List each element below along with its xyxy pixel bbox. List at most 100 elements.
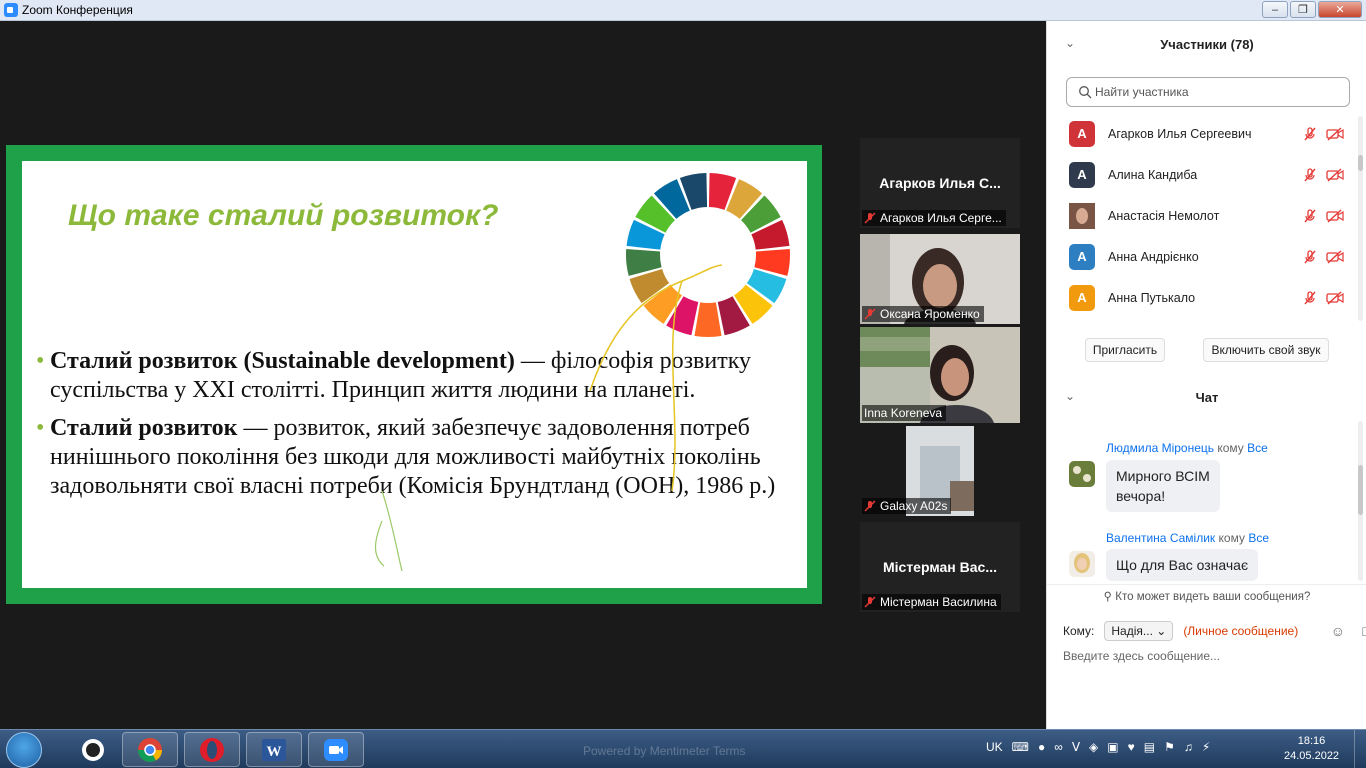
video-label: Містерман Василина bbox=[862, 594, 1001, 610]
unmute-self-button[interactable]: Включить свой звук bbox=[1203, 338, 1329, 362]
close-button[interactable]: ✕ bbox=[1318, 1, 1362, 18]
emoji-icon[interactable]: ☺ bbox=[1331, 623, 1345, 639]
clock-time: 18:16 bbox=[1297, 735, 1326, 747]
chat-title: Чат bbox=[1195, 389, 1219, 405]
chevron-down-icon: ⌄ bbox=[1156, 624, 1167, 638]
message-to-keyword: кому bbox=[1218, 531, 1245, 545]
video-tile[interactable]: Містерман Вас... Містерман Василина bbox=[860, 522, 1020, 612]
chrome-icon[interactable] bbox=[122, 732, 178, 767]
tile-name: Galaxy A02s bbox=[880, 499, 948, 513]
flag-icon[interactable]: ⚑ bbox=[1164, 740, 1175, 754]
tray-app-icon[interactable]: ♥ bbox=[1128, 740, 1135, 754]
chat-header: ⌄ Чат bbox=[1047, 377, 1366, 417]
start-button[interactable] bbox=[6, 732, 42, 768]
bluetooth-icon[interactable]: ᐯ bbox=[1072, 740, 1080, 754]
clock[interactable]: 18:16 24.05.2022 bbox=[1284, 734, 1339, 764]
participant-name: Анна Путькало bbox=[1108, 290, 1196, 305]
faded-background-text: Powered by Mentimeter Terms bbox=[583, 744, 746, 758]
bullet-dot-icon: • bbox=[36, 348, 45, 374]
tile-name: Inna Koreneva bbox=[864, 406, 943, 420]
bullet-item: • Сталий розвиток — розвиток, який забез… bbox=[36, 414, 796, 501]
svg-text:W: W bbox=[267, 744, 282, 760]
participant-list: A Агарков Илья Сергеевич A Алина Кандиба Ана… bbox=[1047, 113, 1366, 321]
mic-muted-icon bbox=[864, 500, 876, 512]
participant-status-icons bbox=[1302, 290, 1344, 306]
message-bubble: Що для Вас означає bbox=[1106, 549, 1259, 581]
language-indicator[interactable]: UK bbox=[986, 740, 1003, 754]
mic-muted-icon bbox=[1304, 167, 1316, 181]
participants-title: Участники (78) bbox=[1160, 36, 1254, 52]
slide-bullets: • Сталий розвиток (Sustainable developme… bbox=[36, 347, 796, 510]
power-icon[interactable]: ⚡ bbox=[1202, 740, 1210, 754]
avatar bbox=[1069, 551, 1095, 577]
shared-screen-area: Що таке сталий розвиток? • Сталий розвит… bbox=[0, 21, 1046, 729]
sdg-wheel-logo bbox=[626, 173, 790, 337]
mic-muted-icon bbox=[1304, 290, 1316, 304]
participant-name: Агарков Илья С... bbox=[879, 175, 1001, 191]
avatar: A bbox=[1069, 120, 1095, 147]
tray-app-icon[interactable]: ▣ bbox=[1107, 740, 1118, 754]
keyboard-icon[interactable]: ⌨ bbox=[1012, 740, 1029, 754]
collapse-chevron-icon[interactable]: ⌄ bbox=[1065, 389, 1075, 403]
taskbar-app-icon[interactable] bbox=[76, 732, 110, 767]
participant-row[interactable]: A Анна Путькало bbox=[1047, 277, 1366, 318]
chat-input[interactable]: Введите здесь сообщение... bbox=[1063, 649, 1220, 663]
network-icon[interactable]: ▤ bbox=[1144, 740, 1155, 754]
video-tile[interactable]: Оксана Яроменко bbox=[860, 234, 1020, 324]
collapse-chevron-icon[interactable]: ⌄ bbox=[1065, 36, 1075, 50]
mic-muted-icon bbox=[1304, 249, 1316, 263]
tile-name: Містерман Василина bbox=[880, 595, 997, 609]
file-icon[interactable]: □ bbox=[1363, 623, 1366, 639]
tile-name: Агарков Илья Серге... bbox=[880, 211, 1002, 225]
recipient-dropdown[interactable]: Надія... ⌄ bbox=[1104, 621, 1174, 641]
maximize-button[interactable]: ❐ bbox=[1290, 1, 1316, 18]
participant-scrollbar-thumb[interactable] bbox=[1358, 155, 1363, 171]
video-tile[interactable]: Galaxy A02s bbox=[860, 426, 1020, 516]
participant-status-icons bbox=[1302, 126, 1344, 142]
video-label: Агарков Илья Серге... bbox=[862, 210, 1006, 226]
antivirus-icon[interactable]: ◈ bbox=[1089, 740, 1098, 754]
zoom-tray-icon[interactable]: ● bbox=[1038, 740, 1045, 754]
volume-icon[interactable]: ♫ bbox=[1184, 740, 1193, 754]
avatar bbox=[1069, 461, 1095, 487]
person-lock-icon: ⚲ bbox=[1103, 591, 1113, 603]
video-label: Inna Koreneva bbox=[862, 405, 947, 421]
message-recipient: Все bbox=[1247, 441, 1268, 455]
video-label: Galaxy A02s bbox=[862, 498, 952, 514]
avatar: A bbox=[1069, 161, 1095, 188]
windows-taskbar: W Powered by Mentimeter Terms UK ⌨ ● ∞ ᐯ… bbox=[0, 729, 1366, 768]
video-off-icon bbox=[1326, 249, 1344, 264]
avatar bbox=[1069, 202, 1095, 229]
word-icon[interactable]: W bbox=[246, 732, 302, 767]
participant-row[interactable]: A Агарков Илья Сергеевич bbox=[1047, 113, 1366, 154]
mic-muted-icon bbox=[864, 308, 876, 320]
show-desktop-button[interactable] bbox=[1354, 730, 1366, 768]
mic-muted-icon bbox=[864, 596, 876, 608]
chat-visibility-text: Кто может видеть ваши сообщения? bbox=[1115, 591, 1311, 603]
recipient-value: Надія... bbox=[1111, 624, 1153, 638]
participant-row[interactable]: A Анна Андрієнко bbox=[1047, 236, 1366, 277]
video-tile-active-speaker[interactable]: Inna Koreneva bbox=[860, 327, 1020, 423]
message-line: Мирного ВСІМ bbox=[1116, 468, 1210, 484]
chat-visibility-link[interactable]: ⚲ Кто может видеть ваши сообщения? bbox=[1047, 584, 1366, 603]
message-sender[interactable]: Людмила Міронець bbox=[1106, 441, 1214, 455]
bullet-term: Сталий розвиток bbox=[50, 415, 238, 441]
participant-name: Анна Андрієнко bbox=[1108, 249, 1199, 264]
zoom-app-icon bbox=[4, 3, 18, 17]
search-placeholder: Найти участника bbox=[1095, 85, 1189, 99]
clock-date: 24.05.2022 bbox=[1284, 750, 1340, 762]
message-sender[interactable]: Валентина Самілик bbox=[1106, 531, 1215, 545]
invite-button[interactable]: Пригласить bbox=[1085, 338, 1165, 362]
participant-row[interactable]: Анастасія Немолот bbox=[1047, 195, 1366, 236]
opera-icon[interactable] bbox=[184, 732, 240, 767]
to-label: Кому: bbox=[1063, 624, 1095, 638]
link-icon[interactable]: ∞ bbox=[1054, 740, 1063, 754]
search-icon bbox=[1079, 86, 1092, 99]
chat-scrollbar-thumb[interactable] bbox=[1358, 465, 1363, 515]
participant-search-input[interactable]: Найти участника bbox=[1066, 77, 1350, 107]
zoom-taskbar-icon[interactable] bbox=[308, 732, 364, 767]
minimize-button[interactable]: – bbox=[1262, 1, 1288, 18]
participant-row[interactable]: A Алина Кандиба bbox=[1047, 154, 1366, 195]
message-line: Що для Вас означає bbox=[1116, 557, 1249, 573]
video-tile[interactable]: Агарков Илья С... Агарков Илья Серге... bbox=[860, 138, 1020, 228]
